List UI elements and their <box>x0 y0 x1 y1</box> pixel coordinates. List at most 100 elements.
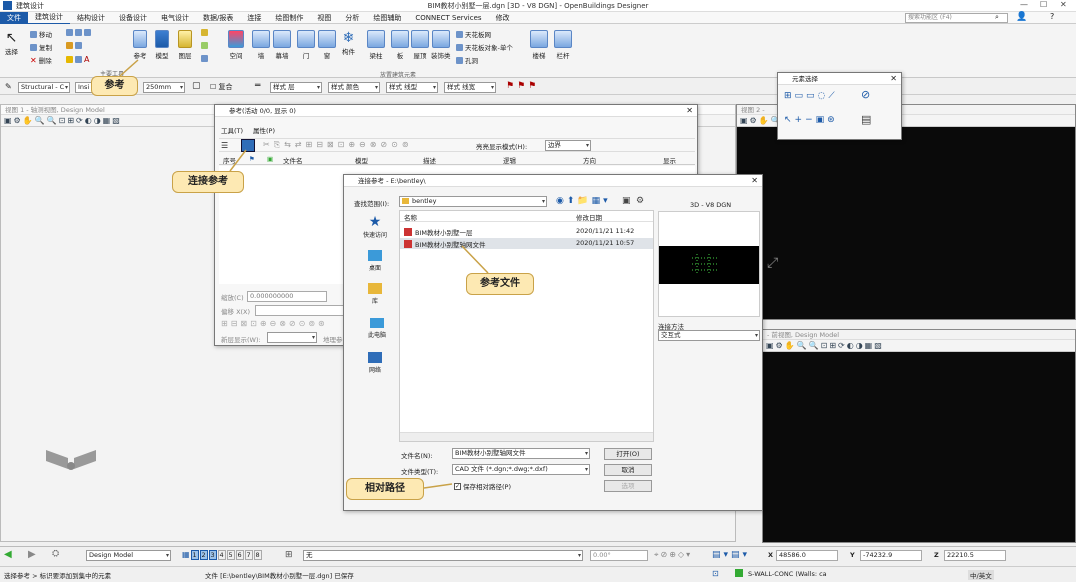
place-network[interactable]: 网络 <box>362 352 388 374</box>
ref-list-icon[interactable]: ☰ <box>221 141 228 150</box>
y-coordinate[interactable]: -74232.9 <box>860 550 922 561</box>
col-date[interactable]: 修改日期 <box>576 212 602 222</box>
lineweight-combo[interactable]: 样式 线宽 <box>444 82 496 93</box>
attach-dialog-close-icon[interactable]: ✕ <box>751 175 758 187</box>
tab-reports[interactable]: 数据/报表 <box>196 12 240 24</box>
transparency-icons[interactable]: ⚑⚑⚑ <box>506 81 539 91</box>
reference-dialog-close-icon[interactable]: ✕ <box>686 105 693 117</box>
user-icon[interactable]: 👤 <box>1016 12 1027 22</box>
pin-icon[interactable]: ✎ <box>5 82 12 91</box>
reference-button[interactable]: 参考 <box>133 30 147 60</box>
ime-indicator[interactable]: 中/英文 <box>968 570 994 580</box>
col-status-icon[interactable]: ▣ <box>267 155 273 163</box>
x-coordinate[interactable]: 48586.0 <box>776 550 838 561</box>
tab-mechanical[interactable]: 设备设计 <box>112 12 154 24</box>
file-list[interactable]: 名称 修改日期 BIM教材小别墅一层 2020/11/21 11:42 BIM教… <box>399 210 654 442</box>
col-model[interactable]: 模型 <box>355 155 368 165</box>
model-button[interactable]: 模型 <box>155 30 169 60</box>
attach-method-select[interactable]: 交互式 <box>658 330 760 341</box>
view-toggle-6[interactable]: 6 <box>235 550 244 560</box>
linestyle-combo[interactable]: 样式 线型 <box>386 82 438 93</box>
square-icon[interactable]: ▢ <box>192 81 201 91</box>
search-icon[interactable]: ⌕ <box>995 13 999 22</box>
look-in-select[interactable]: bentley <box>399 196 547 207</box>
window-button[interactable]: 窗 <box>318 30 336 60</box>
tab-attach[interactable]: 连接 <box>240 12 268 24</box>
tab-modify[interactable]: 修改 <box>489 12 517 24</box>
tab-architecture[interactable]: 建筑设计 <box>28 11 70 25</box>
snap-icons[interactable]: ⌖⊘⊕◇▾ <box>654 550 692 560</box>
accudraw-icons[interactable]: ▤▾▤▾ <box>712 550 750 560</box>
col-flag-icon[interactable]: ⚑ <box>249 155 255 163</box>
ref-tool-icons[interactable]: ✂⎘⇆⇄⊞⊟⊠⊡⊕⊖⊗⊘⊙⊚ <box>263 140 413 150</box>
hole-button[interactable]: 孔洞 <box>456 55 478 65</box>
help-icon[interactable]: ? <box>1050 12 1054 21</box>
options-button[interactable]: 选项 <box>604 480 652 492</box>
ceiling-grid-button[interactable]: 天花板网 <box>456 29 491 39</box>
color-combo[interactable]: 样式 颜色 <box>328 82 380 93</box>
tab-drawing-aids[interactable]: 绘图辅助 <box>366 12 408 24</box>
attach-tools-col[interactable] <box>201 29 208 36</box>
level-combo[interactable]: 样式 层 <box>270 82 322 93</box>
scale-input[interactable]: 0.000000000 <box>247 291 327 302</box>
view-toggle-2[interactable]: 2 <box>199 550 208 560</box>
door-button[interactable]: 门 <box>297 30 315 60</box>
layer-button[interactable]: 图层 <box>178 30 192 60</box>
filetype-select[interactable]: CAD 文件 (*.dgn;*.dwg;*.dxf) <box>452 464 590 475</box>
view-toggle-8[interactable]: 8 <box>253 550 262 560</box>
modify-tools-row2[interactable] <box>66 42 82 49</box>
tab-structure[interactable]: 结构设计 <box>70 12 112 24</box>
open-button[interactable]: 打开(O) <box>604 448 652 460</box>
clear-selection-icon[interactable]: ⊘ <box>861 88 870 101</box>
place-library[interactable]: 库 <box>362 283 388 305</box>
roof-button[interactable]: 屋顶 <box>411 30 429 60</box>
col-name[interactable]: 名称 <box>404 212 417 222</box>
file-row[interactable]: BIM教材小别墅一层 2020/11/21 11:42 <box>400 226 653 237</box>
railing-button[interactable]: 栏杆 <box>554 30 572 60</box>
nest-display-select[interactable] <box>267 332 317 343</box>
wall-button[interactable]: 墙 <box>252 30 270 60</box>
tab-file[interactable]: 文件 <box>0 11 28 24</box>
element-select-close-icon[interactable]: ✕ <box>890 73 897 85</box>
view-toggle-4[interactable]: 4 <box>217 550 226 560</box>
selection-mode-icons[interactable]: ⊞▭▭◌⟋ <box>784 91 838 101</box>
move-button[interactable]: 移动 <box>30 29 52 39</box>
tab-view[interactable]: 视图 <box>310 12 338 24</box>
composite-toggle[interactable]: ☐ 复合 <box>210 82 233 92</box>
ref-menu-properties[interactable]: 属性(P) <box>253 125 275 135</box>
place-quick-access[interactable]: ★ 快速访问 <box>362 214 388 239</box>
standard-combo[interactable]: Structural - C <box>18 82 70 93</box>
back-icon[interactable]: ◀ <box>4 549 12 560</box>
thickness-combo[interactable]: 250mm <box>143 82 185 93</box>
angle-input[interactable]: 0.00° <box>590 550 648 561</box>
z-coordinate[interactable]: 22210.5 <box>944 550 1006 561</box>
ribbon-search-input[interactable]: 搜索功能区 (F4) <box>905 13 1008 23</box>
select-button[interactable]: ↖ 选择 <box>5 30 18 56</box>
col-filename[interactable]: 文件名 <box>283 155 303 165</box>
highlight-mode-select[interactable]: 边界 <box>545 140 591 151</box>
tab-electrical[interactable]: 电气设计 <box>154 12 196 24</box>
element-select-dialog[interactable]: 元素选择 ✕ ⊞▭▭◌⟋ ⊘ ↖+−▣⊛ ▤ <box>777 72 902 140</box>
ceiling-object-button[interactable]: 天花板对象-单个 <box>456 42 513 52</box>
close-icon[interactable]: ✕ <box>1060 0 1067 9</box>
copy-button[interactable]: 复制 <box>30 42 52 52</box>
tab-analysis[interactable]: 分析 <box>338 12 366 24</box>
active-level-select[interactable]: 无 <box>303 550 583 561</box>
ref-options-icons[interactable]: ⊞⊟⊠⊡⊕⊖⊗⊘⊙⊚⊛ <box>221 319 328 328</box>
offset-x-input[interactable] <box>255 305 345 316</box>
beam-column-button[interactable]: 梁柱 <box>367 30 385 60</box>
selection-operator-icons[interactable]: ↖+−▣⊛ <box>784 115 838 125</box>
tab-drawing[interactable]: 绘图制作 <box>268 12 310 24</box>
active-model-select[interactable]: Design Model <box>86 550 171 561</box>
view-toggle-5[interactable]: 5 <box>226 550 235 560</box>
minimize-icon[interactable]: — <box>1020 0 1028 9</box>
component-button[interactable]: ❄ 构件 <box>342 30 355 56</box>
ref-menu-tools[interactable]: 工具(T) <box>221 125 243 135</box>
view-3-toolbar[interactable]: ▣⚙✋🔍🔍⊡⊞⟳◐◑▦▧ <box>763 340 1075 352</box>
view-toggle-3[interactable]: 3 <box>208 550 217 560</box>
modify-tools-row1[interactable] <box>66 29 91 36</box>
finish-button[interactable]: 装饰类 <box>431 30 451 60</box>
relative-path-checkbox[interactable]: ✓ 保存相对路径(P) <box>454 481 511 491</box>
place-this-pc[interactable]: 此电脑 <box>362 318 392 339</box>
select-all-icon[interactable]: ▤ <box>861 113 871 126</box>
